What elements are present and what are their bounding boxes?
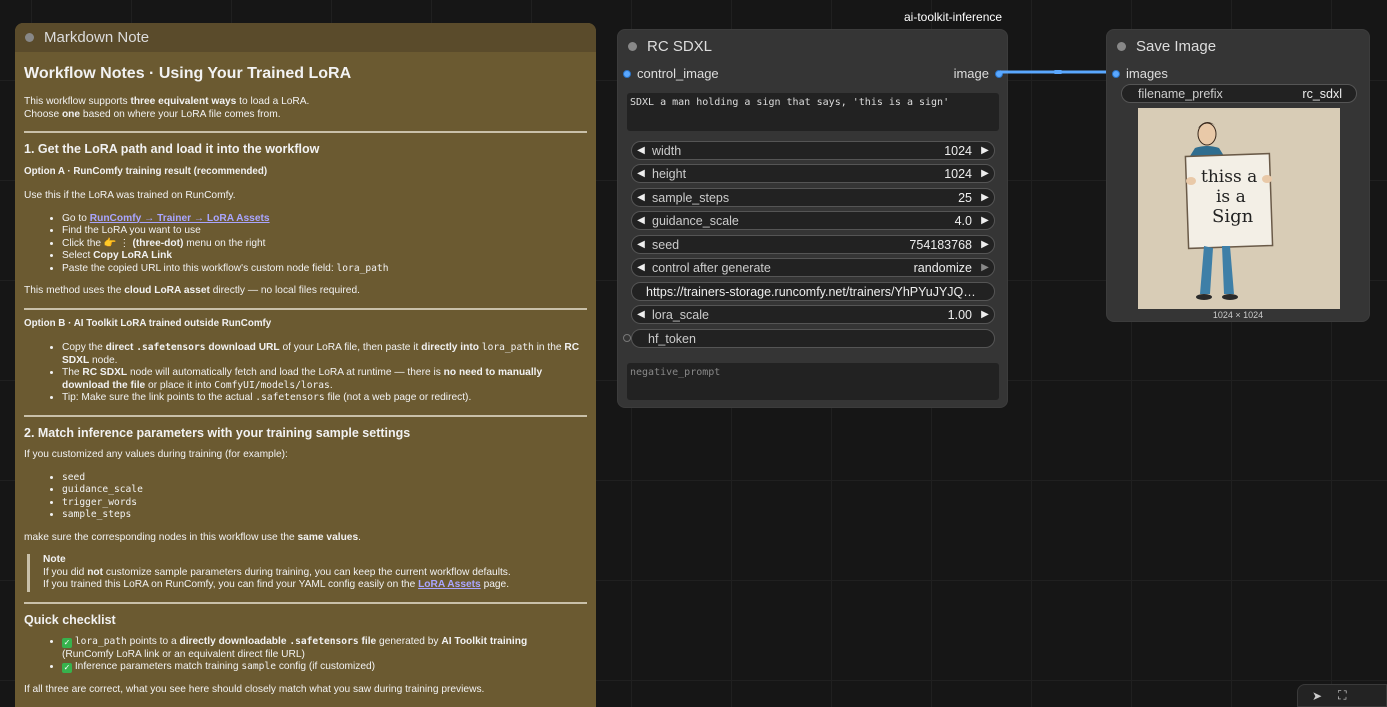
lora-assets-link[interactable]: RunComfy → Trainer → LoRA Assets — [90, 213, 270, 224]
negative-prompt-textarea[interactable]: negative_prompt — [627, 363, 999, 400]
image-size-caption: 1024 × 1024 — [1212, 310, 1264, 320]
checklist: ✓ lora_path points to a directly downloa… — [24, 636, 587, 674]
optionA-outro: This method uses the cloud LoRA asset di… — [24, 285, 360, 296]
collapse-dot-icon[interactable] — [628, 41, 637, 51]
optionA-heading: Option A · RunComfy training result (rec… — [24, 165, 268, 177]
filename-prefix-field[interactable]: filename_prefix rc_sdxl — [1121, 84, 1357, 103]
lora-assets-page-link[interactable]: LoRA Assets — [418, 579, 481, 590]
increment-arrow-icon[interactable]: ▶ — [976, 192, 994, 203]
decrement-arrow-icon[interactable]: ◀ — [632, 262, 650, 273]
final-text: If all three are correct, what you see h… — [24, 683, 485, 695]
optionA-intro: Use this if the LoRA was trained on RunC… — [24, 190, 236, 201]
increment-arrow-icon[interactable]: ▶ — [976, 239, 994, 250]
sign-text-line: thiss a — [1201, 167, 1257, 187]
optionB-heading: Option B · AI Toolkit LoRA trained outsi… — [24, 317, 272, 329]
link-midpoint-icon — [1054, 70, 1062, 74]
list-item: Find the LoRA you want to use — [62, 225, 587, 238]
output-image-preview[interactable]: thiss a is a Sign — [1138, 108, 1340, 309]
canvas-controls[interactable]: ➤ ⛶ — [1297, 684, 1387, 707]
save-image-node[interactable]: Save Image images filename_prefix rc_sdx… — [1106, 29, 1370, 322]
hf-token-port-icon[interactable] — [623, 334, 631, 342]
height-widget[interactable]: ◀ height 1024 ▶ — [631, 164, 995, 183]
list-item: ✓ lora_path points to a directly downloa… — [62, 636, 587, 661]
optionB-steps: Copy the direct .safetensors download UR… — [24, 342, 587, 405]
list-item: Paste the copied URL into this workflow'… — [62, 263, 587, 276]
input-port-icon[interactable] — [623, 69, 631, 78]
collapse-dot-icon[interactable] — [1117, 41, 1126, 51]
list-item: Select Copy LoRA Link — [62, 250, 587, 263]
hf-token-field[interactable]: hf_token — [631, 329, 995, 348]
list-item: Go to RunComfy → Trainer → LoRA Assets — [62, 213, 587, 226]
rc-sdxl-node[interactable]: RC SDXL control_image image SDXL a man h… — [617, 29, 1008, 408]
save-image-title: Save Image — [1136, 37, 1217, 55]
divider — [24, 414, 587, 417]
markdown-note-node[interactable]: Markdown Note Workflow Notes · Using You… — [15, 23, 596, 707]
section2-outro: make sure the corresponding nodes in thi… — [24, 531, 361, 543]
rc-sdxl-title: RC SDXL — [647, 37, 713, 55]
save-image-header[interactable]: Save Image — [1107, 30, 1369, 60]
section2-heading: 2. Match inference parameters with your … — [24, 425, 411, 440]
guidance-scale-widget[interactable]: ◀ guidance_scale 4.0 ▶ — [631, 211, 995, 230]
section2-params: seed guidance_scale trigger_words sample… — [24, 472, 587, 522]
sign-text-line: Sign — [1212, 206, 1254, 227]
rc-sdxl-header[interactable]: RC SDXL — [618, 30, 1007, 60]
lora-path-field[interactable]: https://trainers-storage.runcomfy.net/tr… — [631, 282, 995, 301]
list-item: guidance_scale — [62, 484, 587, 497]
decrement-arrow-icon[interactable]: ◀ — [632, 239, 650, 250]
collapse-dot-icon[interactable] — [25, 33, 34, 42]
list-item: sample_steps — [62, 509, 587, 522]
width-widget[interactable]: ◀ width 1024 ▶ — [631, 141, 995, 160]
increment-arrow-icon[interactable]: ▶ — [976, 262, 994, 273]
divider — [24, 131, 587, 133]
note-heading: Workflow Notes · Using Your Trained LoRA — [24, 65, 352, 82]
decrement-arrow-icon[interactable]: ◀ — [632, 168, 650, 179]
note-blockquote: Note If you did not customize sample par… — [27, 554, 587, 592]
check-mark-icon: ✓ — [62, 638, 72, 648]
checklist-heading: Quick checklist — [24, 612, 116, 627]
list-item: Click the 👉 ⋮ (three-dot) menu on the ri… — [62, 238, 587, 251]
images-input[interactable]: images — [1112, 66, 1168, 81]
increment-arrow-icon[interactable]: ▶ — [976, 168, 994, 179]
markdown-note-body: Workflow Notes · Using Your Trained LoRA… — [15, 52, 596, 696]
sample-steps-widget[interactable]: ◀ sample_steps 25 ▶ — [631, 188, 995, 207]
increment-arrow-icon[interactable]: ▶ — [976, 145, 994, 156]
list-item: seed — [62, 472, 587, 485]
man-holding-sign-image: thiss a is a Sign — [1138, 108, 1340, 309]
list-item: Tip: Make sure the link points to the ac… — [62, 392, 587, 405]
pointer-icon[interactable]: ➤ — [1312, 689, 1322, 703]
increment-arrow-icon[interactable]: ▶ — [976, 215, 994, 226]
sign-text-line: is a — [1216, 187, 1246, 207]
image-output[interactable]: image — [954, 66, 1003, 81]
increment-arrow-icon[interactable]: ▶ — [976, 309, 994, 320]
decrement-arrow-icon[interactable]: ◀ — [632, 192, 650, 203]
decrement-arrow-icon[interactable]: ◀ — [632, 145, 650, 156]
optionA-steps: Go to RunComfy → Trainer → LoRA Assets F… — [24, 213, 587, 276]
decrement-arrow-icon[interactable]: ◀ — [632, 309, 650, 320]
list-item: ✓ Inference parameters match training sa… — [62, 661, 587, 674]
group-label[interactable]: ai-toolkit-inference — [904, 10, 1002, 24]
lora-scale-widget[interactable]: ◀ lora_scale 1.00 ▶ — [631, 305, 995, 324]
list-item: The RC SDXL node will automatically fetc… — [62, 367, 587, 392]
markdown-note-title: Markdown Note — [44, 29, 150, 46]
prompt-textarea[interactable]: SDXL a man holding a sign that says, 'th… — [627, 93, 999, 131]
control-image-input[interactable]: control_image — [623, 66, 719, 81]
list-item: trigger_words — [62, 497, 587, 510]
check-mark-icon: ✓ — [62, 663, 72, 673]
note-intro: This workflow supports three equivalent … — [24, 96, 310, 120]
input-port-icon[interactable] — [1112, 69, 1120, 78]
divider — [24, 601, 587, 604]
fit-view-icon[interactable]: ⛶ — [1338, 688, 1346, 703]
control-after-generate-widget[interactable]: ◀ control after generate randomize ▶ — [631, 258, 995, 277]
decrement-arrow-icon[interactable]: ◀ — [632, 215, 650, 226]
list-item: Copy the direct .safetensors download UR… — [62, 342, 587, 367]
seed-widget[interactable]: ◀ seed 754183768 ▶ — [631, 235, 995, 254]
divider — [24, 307, 587, 310]
section2-intro: If you customized any values during trai… — [24, 449, 288, 460]
markdown-note-header[interactable]: Markdown Note — [15, 23, 596, 52]
connection-link[interactable] — [1000, 70, 1118, 74]
section1-heading: 1. Get the LoRA path and load it into th… — [24, 142, 320, 156]
